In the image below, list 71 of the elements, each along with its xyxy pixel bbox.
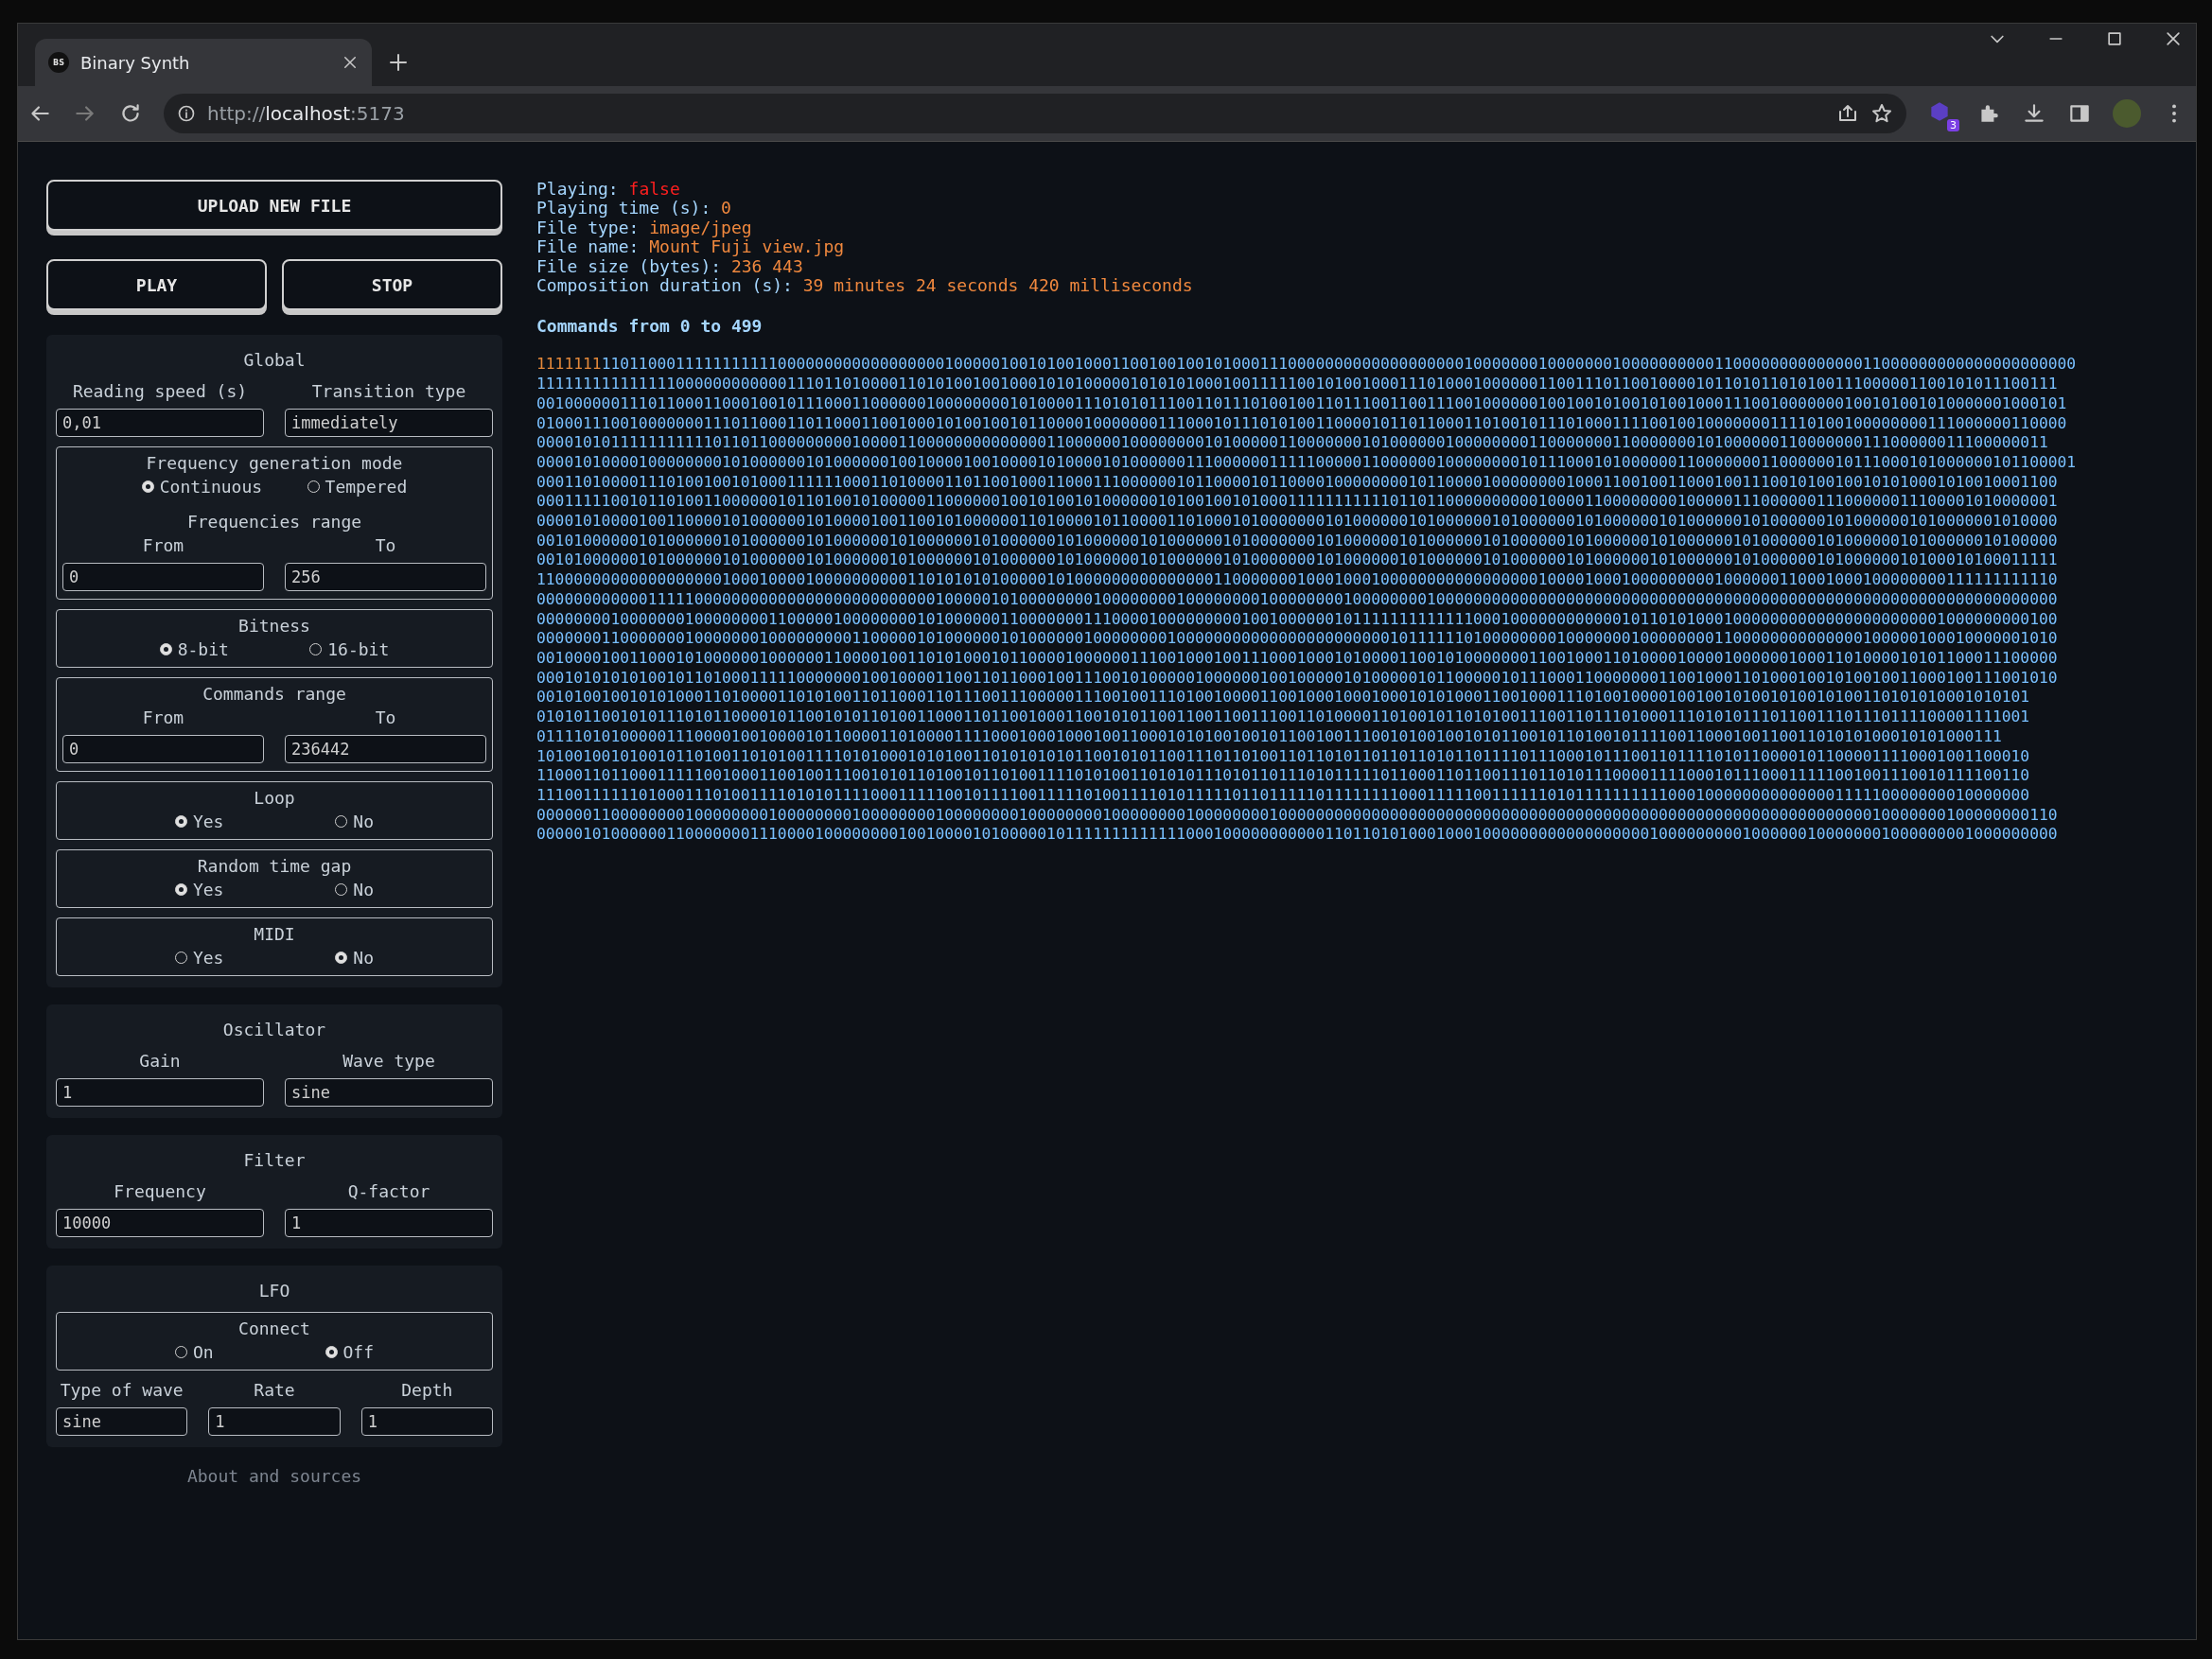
close-icon[interactable]	[2164, 29, 2183, 48]
browser-tab[interactable]: BS Binary Synth	[35, 39, 372, 86]
group-title: Loop	[253, 788, 296, 808]
star-icon[interactable]	[1870, 102, 1893, 125]
radio-option[interactable]: 16-bit	[309, 639, 390, 659]
field-label: Wave type	[342, 1051, 436, 1071]
close-icon[interactable]	[342, 54, 359, 71]
status-line: Playing: false	[536, 180, 681, 200]
maximize-icon[interactable]	[2105, 29, 2124, 48]
binary-listing: 1111111110110001111111111100000000000000000010000010010100100011001001001010001110000000000000000000100000001000000010000000000110000000000000011000000000000000000000 11111111111111100000000000011101101000011010100100100010101000001010101000100111110010100100011101000100000011001110110010000101101011010100111000001100101011100111 001000000111011000110001001011100011000000100000000101000011101010111001101110100100110111001100111001000000100100101001010010001110010000000100101001010000001000101 010001110010000000111011000110110001100100010100100101100001000000011100010111010100110000101101100011010010111010001111001001000000011110100100000000111000000110000 0000101011111111111011011000000000100001100000000000000110000001000000001010000011000000010100000010000000011000000011000000010100000011000000011100000011100000011 0000101000010000000010100000010100000010010000100100001010000101000000111000000111110000011000000100000000101110001010000001100000001100000010111000101000000101100001 00011010000111010010010100011111100011010000110110010001100011100000010110000101100001000000001011000010000000010001100100110001001110010100100101010001010010001100 00011111001011010011000000101101001010000011000000100101001010000001010010010100011111111111011011000000000010000110000000010000011100000011100000011100001010000001 00001010000100110000101000000101000010011001010000001101000010110000110100010100000001010000001010000001010000001010000001010000001010000001010000001010000001010000 00101000000101000000101000000101000000101000000101000000101000000101000000101000000010100000010100000010100000010100000010100000010100000010100000010100000010100000 00101000000101000000101000000101000000101000000101000000101000000101000000101000000010100000010100000010100000010100000010100000010100000010100000010100010100011111 11000000000000000000100010000100000000001101010101000001010000000000000001100000001000100010000000000000000010000100010000000001000000110001000100000000111111111110 00000000000011111000000000000000000000000001000001010000000010000000010000000010000000010000000010000000000000000000000000000000000000000000000000000000000000000000 00000000100000001000000001100000100000000101000000110000000111000010000000001001000000101111111111111000100000000000010110101000100000000000000000000001000000000100 00000001100000001000000010000000001100000101000000101000000100000000100000000000000000000000101111110100000000100000001000000001100000000000000100000100010000001010 00100001001100010100000010000001100001001101010001011000010000001110010001001110001000101000011001010000000110010001101000010000100000010001101000010101100011100000 00010101010100101101000111110000000100100001100110110001001110010100000100000010010000010100000101100000101110001100000001100100011010001001010010011000100111001010 00101001001010100011010000110101001101100011011100111000001110010011101001000011001000100010001010100011001000111010010000100100101001010010100110101010001010101 01010110010101110101100001011001010110100110001101100100011001010110011001100111001101000011010010110101001110011011101000111010101110110011101110111100001111001 01111010100000111000010010000101100001101000011110001000100010011000101010010010110010011100101001001010110010110100101111001100010011001101010100010101000111 10100100101001011010011010100111101010001010100110101010101100101011001110110100110110101101101101011011110111000101110011011110101100001011000011110001001100010 11000110110001111100100011001001110010101101001011010011110101001101010111010110111010111110110001101100111011010111000011110001011100011111001001110010111100110 11100111111010001110100111101010111100011111001011110011111010011110101111101101111101111111100011111001111110101111111111000100000000000000111110000000010000000 00000011000000001000000001000000001000000001000000001000000001000000001000000001000000000000000000000000000000000000000000000000000000000000000010000000100000000110 00000101000000110000000111000010000000010010000101000001011111111111110001000000000001101101010001000100000000000000000010000000001000000100000001000000001000000000	[536, 355, 2078, 845]
field-label: Depth	[400, 1380, 454, 1400]
input-field[interactable]: 1	[285, 1209, 493, 1237]
new-tab-icon[interactable]	[387, 51, 410, 74]
field-label: From	[141, 535, 185, 555]
status-line: Composition duration (s): 39 minutes 24 seconds 420 milliseconds	[536, 276, 1194, 296]
radio-option[interactable]: On	[174, 1342, 214, 1362]
radio-option[interactable]: No	[335, 948, 375, 968]
address-bar[interactable]: http://localhost:5173	[164, 94, 1906, 133]
input-field[interactable]: 236442	[285, 735, 486, 763]
input-field[interactable]: 0,01	[56, 409, 264, 437]
input-field[interactable]: immediately	[285, 409, 493, 437]
radio-option[interactable]: No	[335, 812, 375, 831]
group-title: Commands range	[202, 684, 347, 704]
about-link[interactable]: About and sources	[46, 1466, 502, 1486]
status-line: Playing time (s): 0	[536, 199, 732, 218]
input-field[interactable]: 1	[208, 1407, 341, 1436]
field-label: Frequency	[113, 1181, 207, 1201]
status-line: File type: image/jpeg	[536, 218, 753, 238]
input-field[interactable]: 0	[62, 563, 264, 591]
url-text: http://localhost:5173	[207, 102, 405, 125]
input-field[interactable]: sine	[285, 1078, 493, 1107]
radio-option[interactable]: Yes	[174, 880, 224, 899]
radio-option[interactable]: No	[335, 880, 375, 899]
field-label: Rate	[253, 1380, 296, 1400]
group-title: Connect	[237, 1318, 311, 1338]
info-icon[interactable]	[177, 104, 196, 123]
field-label: To	[374, 707, 397, 727]
input-field[interactable]: 1	[360, 1407, 493, 1436]
group-subtitle: Frequencies range	[185, 512, 363, 532]
radio-option[interactable]: Yes	[174, 948, 224, 968]
field-label: To	[374, 535, 397, 555]
group-title: Random time gap	[196, 856, 353, 876]
input-field[interactable]: 0	[62, 735, 264, 763]
commands-heading: Commands from 0 to 499	[536, 316, 764, 337]
input-field[interactable]: 10000	[56, 1209, 264, 1237]
group-title: Frequency generation mode	[145, 453, 404, 473]
tab-title: Binary Synth	[80, 52, 191, 73]
input-field[interactable]: 1	[56, 1078, 264, 1107]
field-label: Gain	[138, 1051, 182, 1071]
panel-title: Global	[242, 349, 307, 372]
group-title: Bitness	[237, 616, 311, 636]
radio-option[interactable]: Off	[325, 1342, 375, 1362]
field-label: Reading speed (s)	[71, 381, 249, 401]
field-label: Transition type	[310, 381, 467, 401]
field-label: Q-factor	[346, 1181, 431, 1201]
panel-title: Oscillator	[221, 1019, 327, 1041]
site-icon: BS	[48, 52, 69, 73]
input-field[interactable]: sine	[56, 1407, 188, 1436]
status-line: File size (bytes): 236 443	[536, 256, 803, 277]
panel-title: Filter	[242, 1149, 307, 1172]
extension-badge: 3	[1947, 119, 1959, 131]
group-title: MIDI	[253, 924, 296, 944]
input-field[interactable]: 256	[285, 563, 486, 591]
radio-option[interactable]: Tempered	[307, 477, 408, 497]
field-label: Type of wave	[59, 1380, 184, 1400]
radio-option[interactable]: Continuous	[141, 477, 263, 497]
radio-option[interactable]: Yes	[174, 812, 224, 831]
panel-title: LFO	[257, 1280, 291, 1302]
status-line: File name: Mount Fuji view.jpg	[536, 237, 846, 257]
field-label: From	[141, 707, 185, 727]
radio-option[interactable]: 8-bit	[159, 639, 229, 659]
